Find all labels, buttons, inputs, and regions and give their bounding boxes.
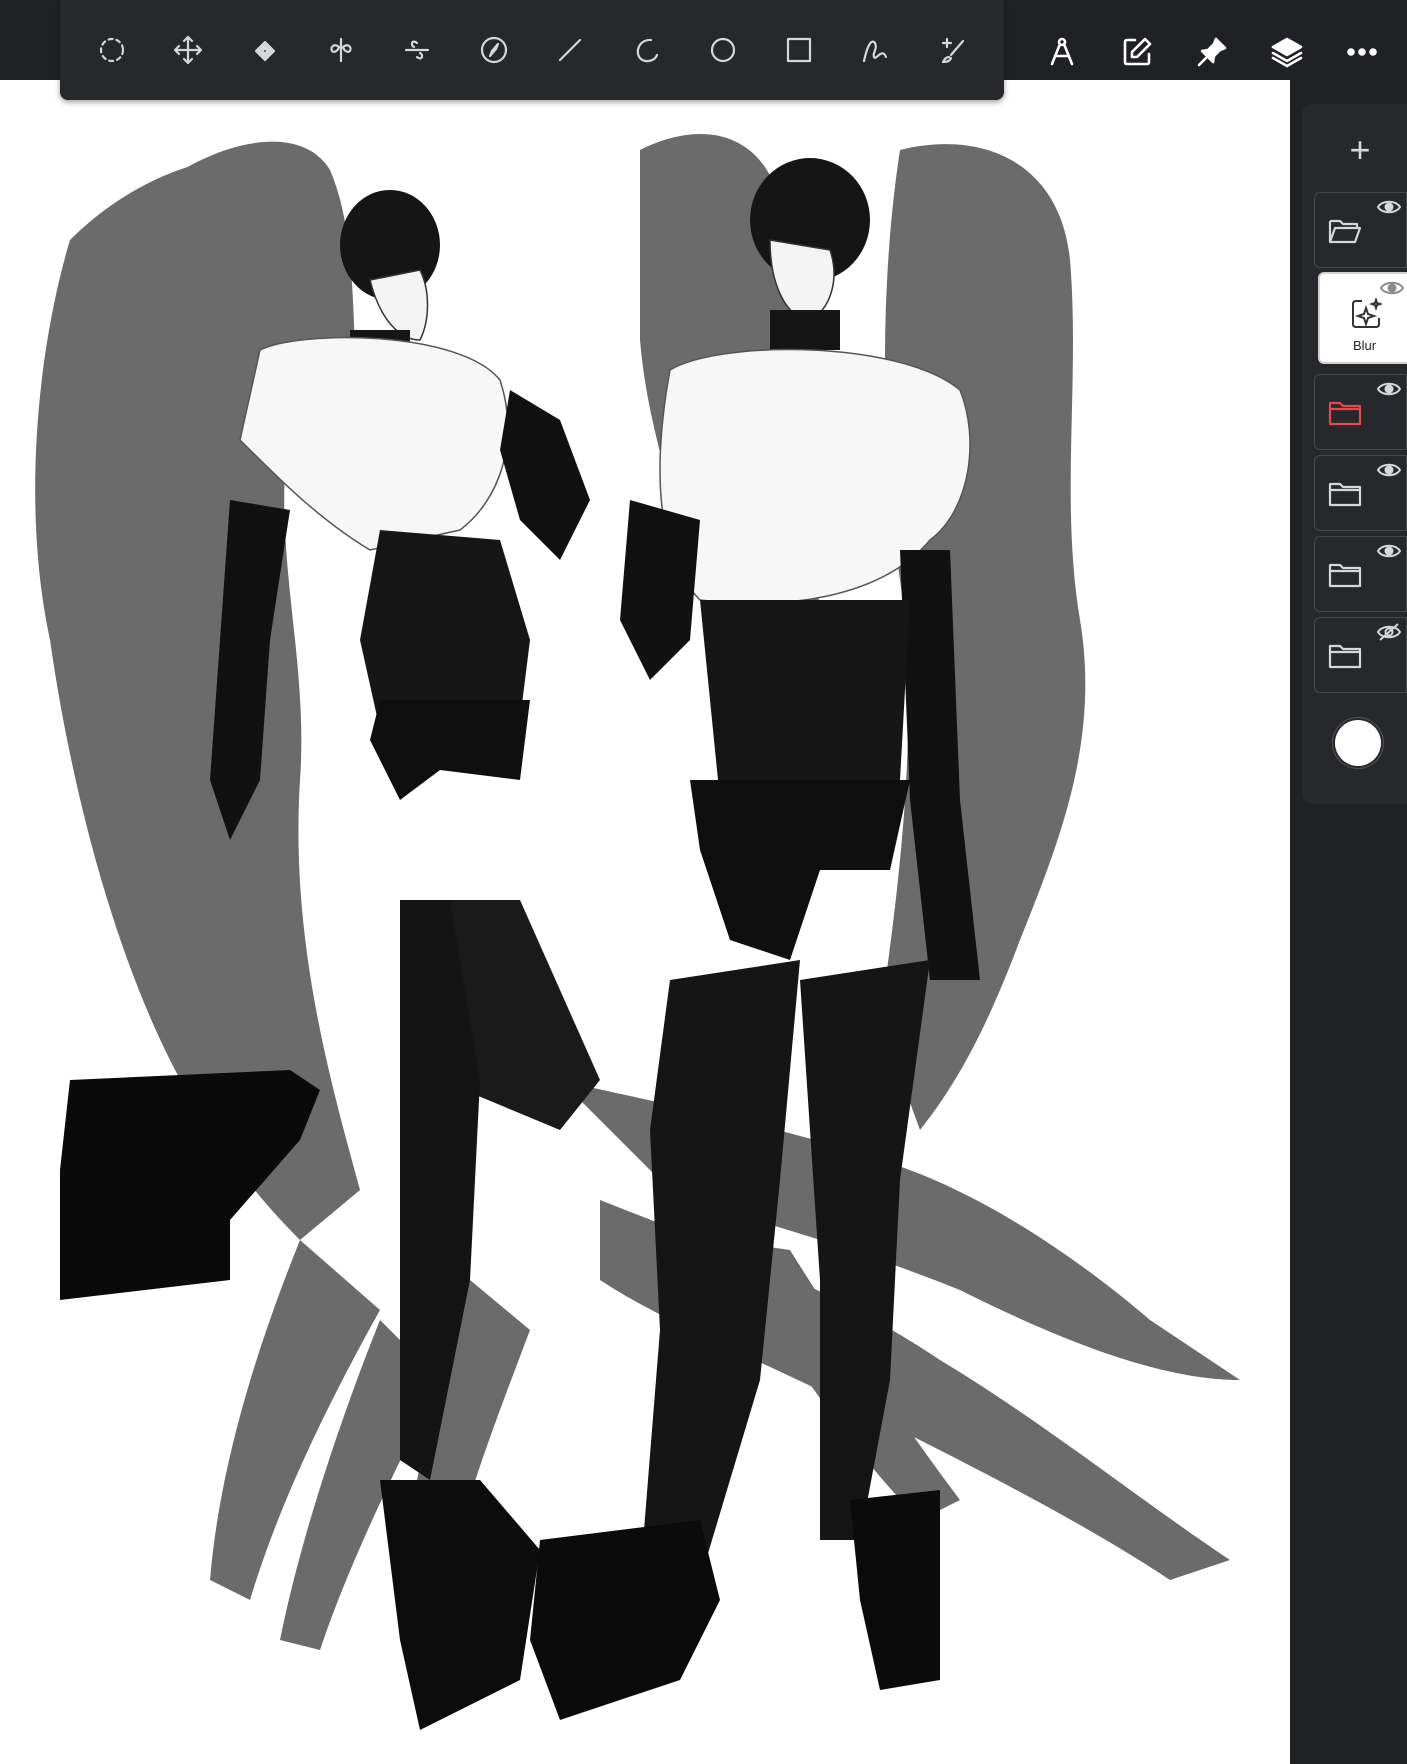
navigate-tool[interactable]	[468, 24, 520, 76]
selection-tool[interactable]	[86, 24, 138, 76]
wings	[35, 134, 1240, 1650]
eye-icon[interactable]	[1376, 541, 1402, 561]
eye-icon[interactable]	[1376, 197, 1402, 217]
edit-icon	[1123, 37, 1152, 66]
rectangle-tool[interactable]	[773, 24, 825, 76]
curve-tool[interactable]	[849, 24, 901, 76]
radial-symmetry-tool[interactable]	[391, 24, 443, 76]
drawing-canvas[interactable]	[0, 80, 1290, 1764]
arc-tool[interactable]	[620, 24, 672, 76]
ruler-button[interactable]	[1034, 24, 1090, 80]
square-icon	[787, 37, 812, 63]
filter-sparkle-icon	[1348, 296, 1384, 332]
layer-folder-red[interactable]	[1314, 374, 1407, 450]
more-icon	[1346, 48, 1377, 56]
arc-icon	[637, 38, 659, 63]
layers-icon	[1271, 37, 1303, 68]
brush-icon	[941, 37, 964, 64]
circle-icon	[710, 37, 735, 63]
folder-icon	[1327, 640, 1363, 672]
layer-label: Blur	[1352, 338, 1377, 353]
folder-icon	[1327, 559, 1363, 591]
layers-button[interactable]	[1259, 24, 1315, 80]
ruler-icon	[1051, 37, 1074, 66]
paint-bucket-icon	[254, 40, 275, 62]
compass-icon	[480, 36, 507, 64]
add-layer-button[interactable]: +	[1336, 126, 1384, 174]
layer-blur-filter[interactable]: Blur	[1318, 272, 1407, 364]
radial-symmetry-icon	[405, 40, 430, 60]
folder-open-icon	[1327, 215, 1363, 247]
dashed-circle-icon	[100, 37, 125, 63]
pin-button[interactable]	[1184, 24, 1240, 80]
plus-icon: +	[1349, 129, 1371, 170]
move-arrows-icon	[174, 35, 203, 65]
eye-icon[interactable]	[1376, 460, 1402, 480]
layer-folder[interactable]	[1314, 455, 1407, 531]
artwork	[35, 134, 1240, 1730]
eye-icon[interactable]	[1376, 379, 1402, 399]
curve-icon	[863, 40, 888, 63]
line-icon	[559, 38, 582, 62]
drawing-app: + Blur	[0, 0, 1407, 1764]
symmetry-icon	[330, 37, 352, 63]
more-button[interactable]	[1334, 24, 1390, 80]
tool-palette	[60, 0, 1004, 100]
symmetry-tool[interactable]	[315, 24, 367, 76]
line-tool[interactable]	[544, 24, 596, 76]
ellipse-tool[interactable]	[697, 24, 749, 76]
layer-folder[interactable]	[1314, 536, 1407, 612]
pin-icon	[1197, 37, 1227, 67]
folder-icon	[1327, 397, 1363, 429]
fill-tool[interactable]	[239, 24, 291, 76]
move-tool[interactable]	[162, 24, 214, 76]
eye-off-icon[interactable]	[1376, 622, 1402, 642]
edit-button[interactable]	[1109, 24, 1165, 80]
current-color-swatch[interactable]	[1335, 720, 1381, 766]
transform-brush-tool[interactable]	[926, 24, 978, 76]
eye-icon[interactable]	[1379, 278, 1405, 298]
layer-folder-hidden[interactable]	[1314, 617, 1407, 693]
folder-icon	[1327, 478, 1363, 510]
layer-folder-open[interactable]	[1314, 192, 1407, 268]
